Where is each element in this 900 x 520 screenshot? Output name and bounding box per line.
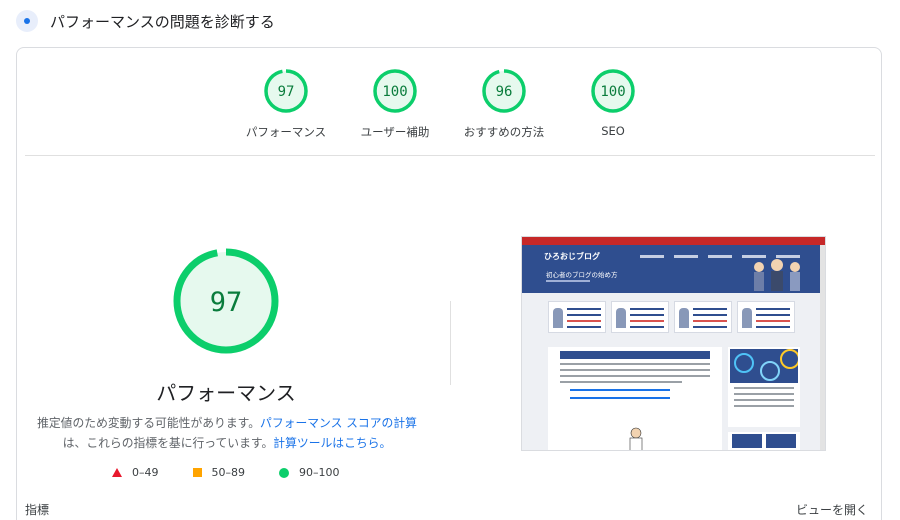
screenshot-sidebar [728, 347, 800, 427]
category-gauges: 97 パフォーマンス 100 ユーザー補助 96 おすすめの方法 100 SEO [17, 48, 883, 156]
square-icon [192, 468, 202, 477]
screenshot-sidebar-icons [728, 432, 800, 450]
screenshot-banner [548, 301, 606, 333]
category-score: 97 [278, 84, 295, 100]
category-gauge-best-practices[interactable]: 96 おすすめの方法 [444, 68, 564, 140]
screenshot-topbar [522, 237, 825, 245]
legend-range: 50–89 [211, 466, 246, 479]
category-score: 100 [382, 84, 407, 100]
category-label: ユーザー補助 [360, 125, 430, 139]
divider [25, 155, 875, 156]
screenshot-main-content [548, 347, 722, 450]
page-screenshot: ひろおじブログ 初心者のブログの始め方 [521, 236, 826, 451]
score-calc-link[interactable]: パフォーマンス スコアの計算 [260, 416, 417, 430]
report-card: 97 パフォーマンス 100 ユーザー補助 96 おすすめの方法 100 SEO… [16, 47, 882, 520]
gauge-ring-icon: 97 [264, 69, 308, 113]
expand-view-toggle[interactable]: ビューを開く [796, 501, 868, 518]
legend-item-fail: 0–49 [112, 466, 159, 479]
performance-gauge: 97 [171, 246, 281, 360]
triangle-icon [112, 468, 122, 477]
gauge-ring-icon: 100 [373, 69, 417, 113]
screenshot-hero-subtitle [546, 280, 590, 282]
category-gauge-seo[interactable]: 100 SEO [553, 68, 673, 138]
legend-range: 0–49 [132, 466, 159, 479]
page-header: パフォーマンスの問題を診断する [16, 8, 275, 34]
legend-item-pass: 90–100 [279, 466, 340, 479]
performance-score: 97 [210, 287, 243, 318]
category-score: 100 [600, 84, 625, 100]
screenshot-scrollbar [820, 245, 825, 450]
screenshot-banner [611, 301, 669, 333]
category-label: SEO [601, 124, 625, 138]
circle-icon [279, 467, 289, 478]
screenshot-site-logo: ひろおじブログ [544, 251, 600, 261]
gauge-ring-icon: 100 [591, 69, 635, 113]
illustration-people-icon [754, 259, 800, 291]
screenshot-hero: 初心者のブログの始め方 [522, 259, 825, 293]
category-score: 96 [496, 84, 513, 100]
screenshot-banners [522, 293, 825, 333]
legend-range: 90–100 [299, 466, 340, 479]
page-title: パフォーマンスの問題を診断する [50, 12, 275, 31]
metrics-heading: 指標 [25, 503, 50, 517]
description-text: は、これらの指標を基に行っています。 [62, 436, 274, 450]
category-gauge-performance[interactable]: 97 パフォーマンス [226, 68, 346, 140]
screenshot-hero-title: 初心者のブログの始め方 [546, 271, 618, 279]
score-description: 推定値のため変動する可能性があります。パフォーマンス スコアの計算 は、これらの… [37, 413, 417, 453]
score-legend: 0–49 50–89 90–100 [112, 466, 374, 479]
gauge-ring-icon: 96 [482, 69, 526, 113]
screenshot-banner [737, 301, 795, 333]
category-gauge-accessibility[interactable]: 100 ユーザー補助 [335, 68, 455, 140]
category-label: おすすめの方法 [463, 125, 545, 139]
legend-item-average: 50–89 [192, 466, 246, 479]
screenshot-banner [674, 301, 732, 333]
performance-title: パフォーマンス [156, 381, 296, 405]
gauge-ring-icon: 97 [173, 248, 279, 354]
category-label: パフォーマンス [245, 125, 327, 139]
description-text: 推定値のため変動する可能性があります。 [37, 416, 261, 430]
vertical-divider [450, 301, 451, 385]
lighthouse-icon [16, 10, 38, 32]
illustration-person-icon [629, 427, 643, 450]
calculator-link[interactable]: 計算ツールはこちら。 [273, 436, 391, 450]
